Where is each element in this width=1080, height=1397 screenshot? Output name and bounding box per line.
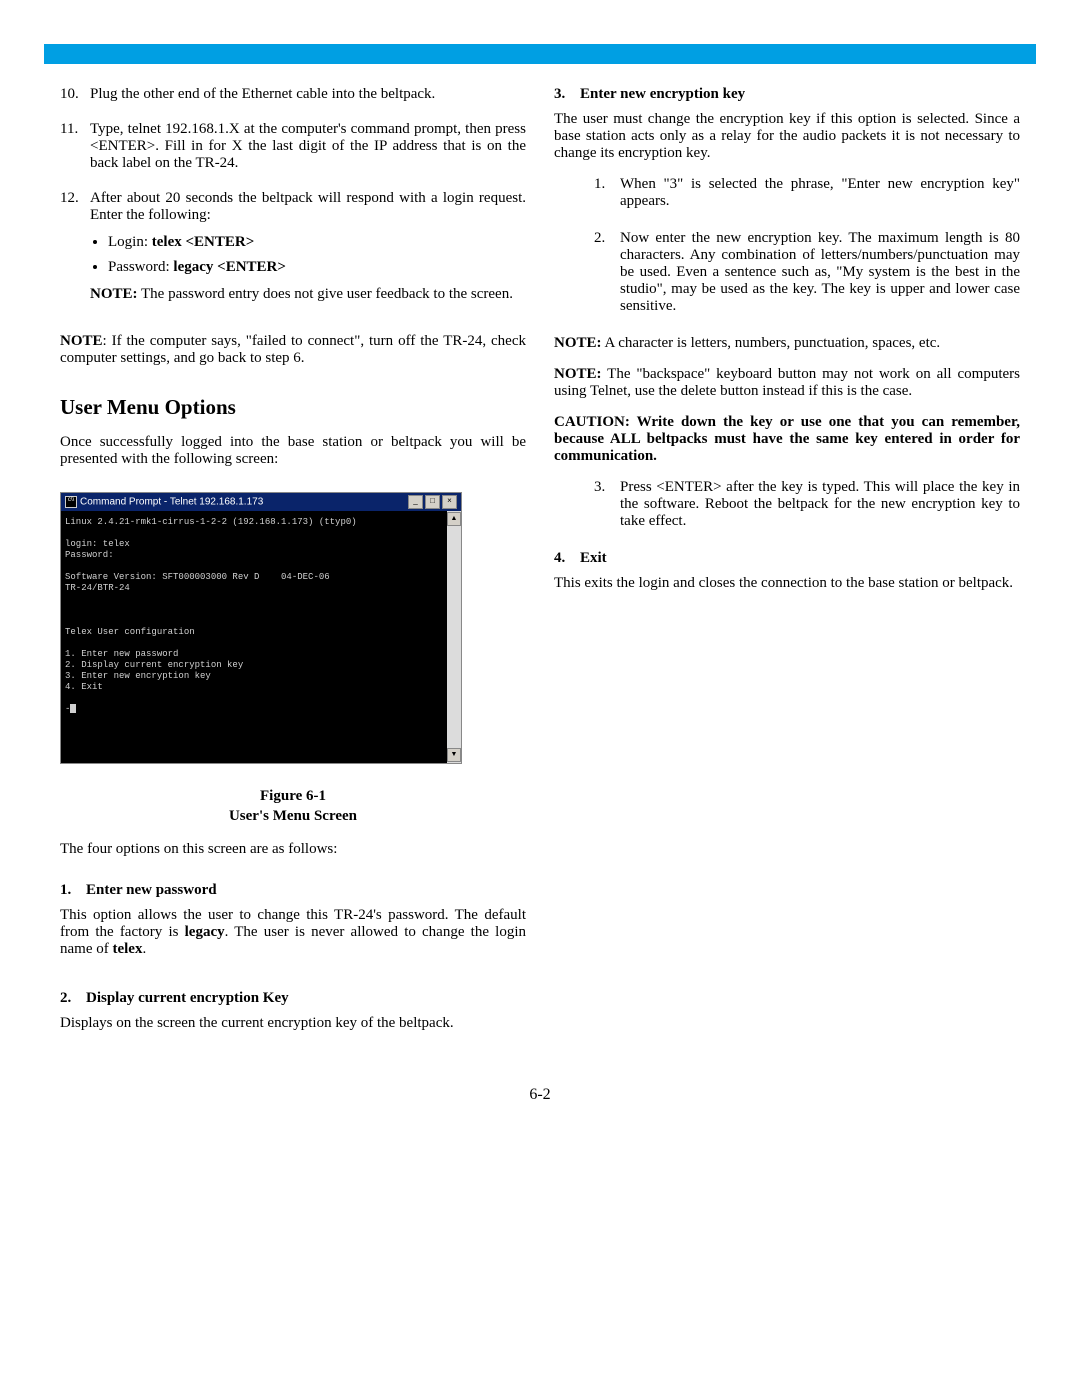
- option-3-intro: The user must change the encryption key …: [554, 111, 1020, 162]
- password-label: Password:: [108, 259, 173, 275]
- window-title-text: Command Prompt - Telnet 192.168.1.173: [80, 497, 263, 508]
- option-3-heading: 3.Enter new encryption key: [554, 86, 1020, 103]
- option-title: Enter new encryption key: [580, 86, 745, 102]
- step-text: When "3" is selected the phrase, "Enter …: [620, 176, 1020, 210]
- note-text: : If the computer says, "failed to conne…: [60, 333, 526, 366]
- note-password: NOTE: The password entry does not give u…: [90, 286, 526, 303]
- page-number: 6-2: [0, 1086, 1080, 1144]
- list-item: 2. Now enter the new encryption key. The…: [594, 230, 1020, 315]
- terminal-text: Linux 2.4.21-rmk1-cirrus-1-2-2 (192.168.…: [65, 517, 357, 714]
- step-text: Press <ENTER> after the key is typed. Th…: [620, 479, 1020, 530]
- note-text: A character is letters, numbers, punctua…: [602, 335, 941, 351]
- close-icon[interactable]: ×: [442, 495, 457, 509]
- figure-title: User's Menu Screen: [60, 806, 526, 826]
- note-label: NOTE: [60, 333, 103, 349]
- text-bold: legacy: [185, 924, 225, 940]
- note-failed-connect: NOTE: If the computer says, "failed to c…: [60, 333, 526, 367]
- step-number: 12.: [60, 190, 90, 224]
- option-title: Enter new password: [86, 882, 217, 898]
- caution: CAUTION: Write down the key or use one t…: [554, 414, 1020, 465]
- option-1-body: This option allows the user to change th…: [60, 907, 526, 958]
- login-sublist: Login: telex <ENTER> Password: legacy <E…: [108, 234, 526, 276]
- option-2-body: Displays on the screen the current encry…: [60, 1015, 526, 1032]
- text-bold: telex: [112, 941, 142, 957]
- section-heading: User Menu Options: [60, 395, 526, 420]
- maximize-icon[interactable]: □: [425, 495, 440, 509]
- option-3-steps: 1. When "3" is selected the phrase, "Ent…: [594, 176, 1020, 315]
- command-window: c\\Command Prompt - Telnet 192.168.1.173…: [60, 492, 462, 764]
- step-text: Now enter the new encryption key. The ma…: [620, 230, 1020, 315]
- option-number: 1.: [60, 882, 86, 899]
- step-12: 12. After about 20 seconds the beltpack …: [60, 190, 526, 303]
- figure-caption: Figure 6-1 User's Menu Screen: [60, 786, 526, 827]
- step-10: 10. Plug the other end of the Ethernet c…: [60, 86, 526, 103]
- window-title: c\\Command Prompt - Telnet 192.168.1.173: [65, 496, 263, 508]
- scroll-up-icon[interactable]: ▲: [447, 512, 461, 526]
- cursor-icon: [70, 704, 76, 713]
- step-text: After about 20 seconds the beltpack will…: [90, 190, 526, 224]
- figure-terminal: c\\Command Prompt - Telnet 192.168.1.173…: [60, 492, 526, 827]
- step-text: Plug the other end of the Ethernet cable…: [90, 86, 435, 103]
- figure-number: Figure 6-1: [60, 786, 526, 806]
- right-column: 3.Enter new encryption key The user must…: [554, 86, 1020, 1046]
- window-body: Linux 2.4.21-rmk1-cirrus-1-2-2 (192.168.…: [61, 511, 461, 763]
- minimize-icon[interactable]: _: [408, 495, 423, 509]
- note-label: NOTE:: [554, 335, 602, 351]
- note-backspace: NOTE: The "backspace" keyboard button ma…: [554, 366, 1020, 400]
- option-1-heading: 1.Enter new password: [60, 882, 526, 899]
- terminal-output: Linux 2.4.21-rmk1-cirrus-1-2-2 (192.168.…: [61, 511, 447, 763]
- list-item: 1. When "3" is selected the phrase, "Ent…: [594, 176, 1020, 210]
- four-options-intro: The four options on this screen are as f…: [60, 841, 526, 858]
- setup-steps: 10. Plug the other end of the Ethernet c…: [60, 86, 526, 303]
- scroll-down-icon[interactable]: ▼: [447, 748, 461, 762]
- section-intro: Once successfully logged into the base s…: [60, 434, 526, 468]
- scrollbar[interactable]: ▲ ▼: [447, 511, 461, 763]
- option-3-steps-cont: 3. Press <ENTER> after the key is typed.…: [594, 479, 1020, 530]
- window-controls: _ □ ×: [408, 495, 457, 509]
- note-text: The "backspace" keyboard button may not …: [554, 366, 1020, 399]
- note-label: NOTE:: [554, 366, 602, 382]
- step-number: 11.: [60, 121, 90, 172]
- step-text: Type, telnet 192.168.1.X at the computer…: [90, 121, 526, 172]
- option-2-heading: 2.Display current encryption Key: [60, 990, 526, 1007]
- option-title: Exit: [580, 550, 607, 566]
- step-11: 11. Type, telnet 192.168.1.X at the comp…: [60, 121, 526, 172]
- option-4-body: This exits the login and closes the conn…: [554, 575, 1020, 592]
- password-line: Password: legacy <ENTER>: [108, 259, 526, 276]
- note-label: NOTE:: [90, 286, 138, 302]
- step-number: 2.: [594, 230, 620, 315]
- step-number: 3.: [594, 479, 620, 530]
- login-value: telex <ENTER>: [152, 234, 255, 250]
- option-4-heading: 4.Exit: [554, 550, 1020, 567]
- step-number: 10.: [60, 86, 90, 103]
- option-number: 2.: [60, 990, 86, 1007]
- cmd-icon: c\\: [65, 496, 77, 508]
- text: .: [142, 941, 146, 957]
- option-number: 3.: [554, 86, 580, 103]
- page-content: 10. Plug the other end of the Ethernet c…: [0, 64, 1080, 1086]
- login-line: Login: telex <ENTER>: [108, 234, 526, 251]
- left-column: 10. Plug the other end of the Ethernet c…: [60, 86, 526, 1046]
- note-character: NOTE: A character is letters, numbers, p…: [554, 335, 1020, 352]
- option-title: Display current encryption Key: [86, 990, 289, 1006]
- note-text: The password entry does not give user fe…: [138, 286, 513, 302]
- login-label: Login:: [108, 234, 152, 250]
- step-number: 1.: [594, 176, 620, 210]
- option-number: 4.: [554, 550, 580, 567]
- header-bar: [44, 44, 1036, 64]
- list-item: 3. Press <ENTER> after the key is typed.…: [594, 479, 1020, 530]
- password-value: legacy <ENTER>: [173, 259, 286, 275]
- window-titlebar: c\\Command Prompt - Telnet 192.168.1.173…: [61, 493, 461, 511]
